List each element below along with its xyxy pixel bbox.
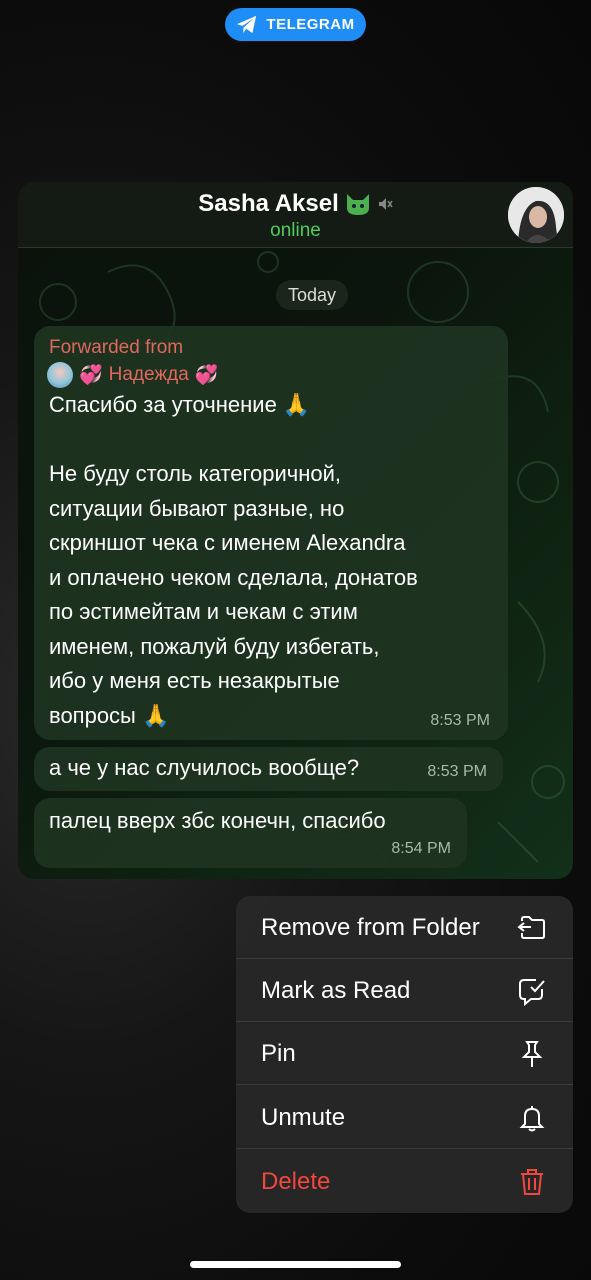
message-text: Спасибо за уточнение 🙏 Не буду столь кат… <box>49 392 418 728</box>
contact-status: online <box>270 220 321 241</box>
avatar-photo <box>508 187 564 243</box>
source-name: Надежда <box>108 364 189 385</box>
chat-preview[interactable]: Sasha Aksel online Today Forwarded from <box>18 182 573 879</box>
pin-icon <box>521 1041 543 1067</box>
heart-icon: 💞 <box>194 365 219 386</box>
contact-name: Sasha Aksel <box>198 190 339 217</box>
app-label: TELEGRAM <box>266 16 355 33</box>
message-text: а че у нас случилось вообще? <box>49 755 360 780</box>
forwarded-source[interactable]: 💞 Надежда 💞 <box>47 362 218 388</box>
message-text: палец вверх збс конечн, спасибо <box>49 808 386 833</box>
message-time: 8:53 PM <box>430 712 490 729</box>
message-time: 8:53 PM <box>427 763 487 780</box>
source-avatar <box>47 362 73 388</box>
menu-item-label: Remove from Folder <box>261 914 480 941</box>
menu-item-label: Mark as Read <box>261 977 411 1004</box>
chat-header[interactable]: Sasha Aksel online <box>18 182 573 248</box>
telegram-plane-icon <box>237 15 257 33</box>
chat-check-icon <box>519 979 545 1007</box>
message-time: 8:54 PM <box>391 840 451 857</box>
menu-item-label: Unmute <box>261 1104 346 1131</box>
menu-item-unmute[interactable]: Unmute <box>236 1086 573 1149</box>
cat-face-icon <box>346 194 369 215</box>
home-indicator[interactable] <box>190 1261 401 1268</box>
menu-item-mark-as-read[interactable]: Mark as Read <box>236 959 573 1022</box>
avatar[interactable] <box>508 187 564 243</box>
menu-item-pin[interactable]: Pin <box>236 1022 573 1085</box>
contact-name-row: Sasha Aksel <box>18 190 573 218</box>
telegram-app-pill[interactable]: TELEGRAM <box>225 8 366 41</box>
context-menu: Remove from Folder Mark as Read Pin Unmu… <box>236 896 573 1213</box>
menu-item-delete[interactable]: Delete <box>236 1150 573 1213</box>
date-divider: Today <box>276 280 348 310</box>
menu-item-label: Delete <box>261 1168 331 1195</box>
bell-icon <box>519 1106 545 1132</box>
heart-icon: 💞 <box>79 365 103 386</box>
message-bubble[interactable]: а че у нас случилось вообще? 8:53 PM <box>34 747 503 791</box>
trash-icon <box>521 1169 543 1195</box>
message-bubble-forwarded[interactable]: Forwarded from 💞 Надежда 💞 Спасибо за ут… <box>34 326 508 740</box>
forwarded-label: Forwarded from <box>49 337 184 358</box>
speaker-mute-icon <box>378 198 393 210</box>
message-bubble[interactable]: палец вверх збс конечн, спасибо 8:54 PM <box>34 798 467 868</box>
menu-item-label: Pin <box>261 1040 296 1067</box>
folder-remove-icon <box>517 916 545 939</box>
menu-item-remove-from-folder[interactable]: Remove from Folder <box>236 896 573 959</box>
